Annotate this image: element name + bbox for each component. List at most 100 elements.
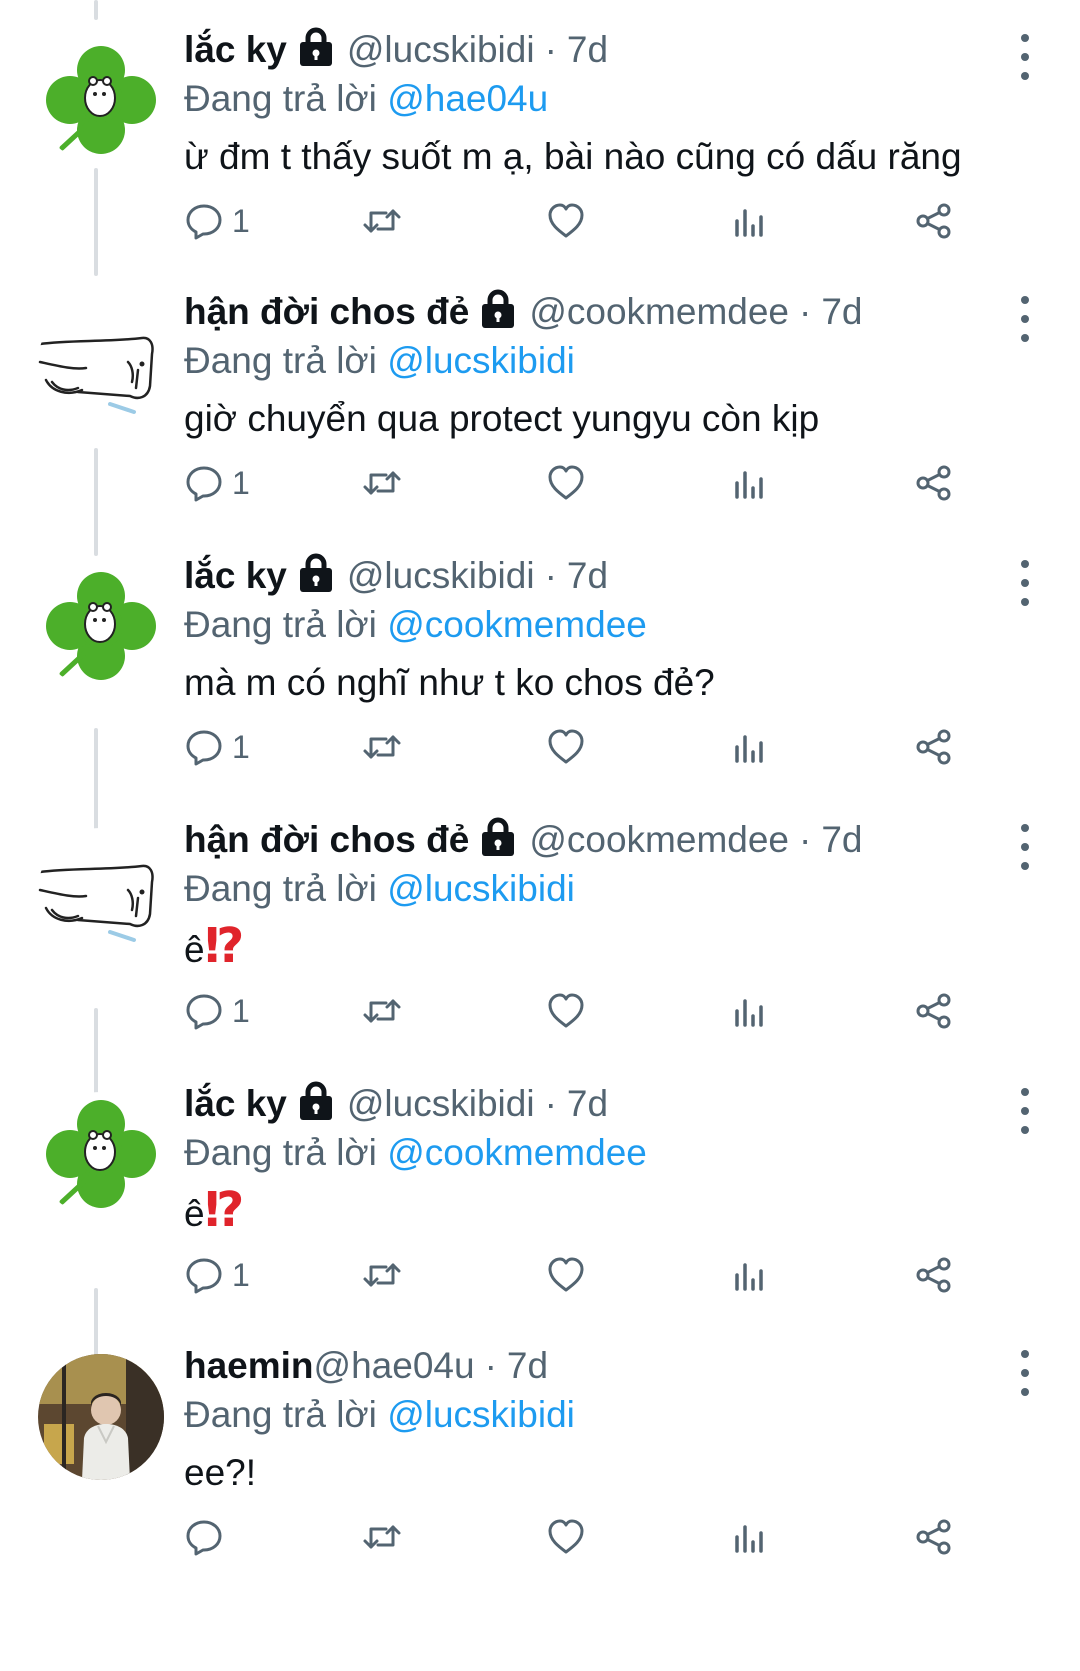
lock-icon (297, 553, 335, 593)
views-icon (730, 991, 770, 1031)
share-button[interactable] (914, 196, 954, 246)
more-icon[interactable] (1010, 296, 1040, 342)
lock-icon (297, 1081, 335, 1121)
tweet-text: ee?! (184, 1448, 1080, 1498)
mention-link[interactable]: @cookmemdee (387, 604, 647, 645)
like-button[interactable] (546, 722, 586, 772)
retweet-button[interactable] (362, 986, 402, 1036)
reply-icon (184, 1255, 224, 1295)
avatar[interactable] (38, 828, 164, 954)
action-bar: 1 (184, 196, 1020, 246)
tweet[interactable]: lắc ky @lucskibidi · 7d Đang trả lời @co… (0, 1054, 1080, 1334)
user-handle[interactable]: @lucskibidi (347, 550, 535, 602)
lock-icon (297, 27, 335, 67)
timestamp[interactable]: 7d (821, 286, 862, 338)
share-button[interactable] (914, 1250, 954, 1300)
separator-dot: · (484, 1345, 497, 1386)
reply-icon (184, 727, 224, 767)
timestamp[interactable]: 7d (567, 1078, 608, 1130)
tweet[interactable]: haemin @hae04u · 7d Đang trả lời @lucski… (0, 1316, 1080, 1596)
avatar[interactable] (38, 38, 164, 164)
like-button[interactable] (546, 1250, 586, 1300)
share-button[interactable] (914, 722, 954, 772)
display-name[interactable]: haemin (184, 1340, 314, 1392)
more-icon[interactable] (1010, 824, 1040, 870)
like-button[interactable] (546, 196, 586, 246)
reply-button[interactable]: 1 (184, 196, 250, 246)
user-handle[interactable]: @hae04u (314, 1340, 475, 1392)
interrobang-emoji: ⁉ (204, 1184, 245, 1237)
display-name[interactable]: lắc ky (184, 24, 287, 76)
avatar[interactable] (38, 564, 164, 690)
reply-button[interactable]: 1 (184, 986, 250, 1036)
tweet[interactable]: lắc ky @lucskibidi · 7d Đang trả lời @ha… (0, 0, 1080, 280)
tweet[interactable]: hận đời chos đẻ @cookmemdee · 7d Đang tr… (0, 262, 1080, 542)
clover-avatar (46, 1100, 156, 1208)
replying-to-label: Đang trả lời (184, 868, 377, 909)
display-name[interactable]: hận đời chos đẻ (184, 814, 469, 866)
views-icon (730, 1517, 770, 1557)
photo-avatar (38, 1354, 164, 1480)
mention-link[interactable]: @lucskibidi (387, 1394, 575, 1435)
display-name[interactable]: hận đời chos đẻ (184, 286, 469, 338)
reply-button[interactable]: 1 (184, 722, 250, 772)
views-button[interactable] (730, 196, 770, 246)
timestamp[interactable]: 7d (567, 24, 608, 76)
heart-icon (546, 463, 586, 503)
tweet[interactable]: lắc ky @lucskibidi · 7d Đang trả lời @co… (0, 526, 1080, 806)
share-button[interactable] (914, 986, 954, 1036)
more-icon[interactable] (1010, 1088, 1040, 1134)
more-icon[interactable] (1010, 1350, 1040, 1396)
mention-link[interactable]: @cookmemdee (387, 1132, 647, 1173)
reply-button[interactable] (184, 1512, 224, 1562)
tweet-header: haemin @hae04u · 7d (184, 1340, 1080, 1392)
reply-icon (184, 463, 224, 503)
retweet-button[interactable] (362, 196, 402, 246)
more-icon[interactable] (1010, 34, 1040, 80)
more-icon[interactable] (1010, 560, 1040, 606)
views-button[interactable] (730, 1250, 770, 1300)
separator-dot: · (544, 29, 557, 70)
user-handle[interactable]: @lucskibidi (347, 1078, 535, 1130)
tweet-text: giờ chuyển qua protect yungyu còn kịp (184, 394, 1080, 444)
tweet-text-content: ee?! (184, 1452, 257, 1493)
reply-button[interactable]: 1 (184, 1250, 250, 1300)
views-button[interactable] (730, 986, 770, 1036)
share-icon (914, 201, 954, 241)
user-handle[interactable]: @lucskibidi (347, 24, 535, 76)
heart-icon (546, 991, 586, 1031)
mention-link[interactable]: @lucskibidi (387, 868, 575, 909)
display-name[interactable]: lắc ky (184, 1078, 287, 1130)
mention-link[interactable]: @hae04u (387, 78, 548, 119)
views-button[interactable] (730, 458, 770, 508)
tweet-text-content: ê (184, 929, 205, 970)
tweet-text-content: mà m có nghĩ như t ko chos đẻ? (184, 662, 715, 703)
user-handle[interactable]: @cookmemdee (529, 814, 789, 866)
retweet-button[interactable] (362, 722, 402, 772)
like-button[interactable] (546, 986, 586, 1036)
reply-count: 1 (232, 464, 250, 501)
timestamp[interactable]: 7d (507, 1340, 548, 1392)
share-button[interactable] (914, 458, 954, 508)
retweet-button[interactable] (362, 1512, 402, 1562)
avatar[interactable] (38, 1092, 164, 1218)
timestamp[interactable]: 7d (821, 814, 862, 866)
views-button[interactable] (730, 722, 770, 772)
share-button[interactable] (914, 1512, 954, 1562)
share-icon (914, 991, 954, 1031)
views-button[interactable] (730, 1512, 770, 1562)
retweet-button[interactable] (362, 458, 402, 508)
retweet-button[interactable] (362, 1250, 402, 1300)
avatar[interactable] (38, 300, 164, 426)
replying-to: Đang trả lời @cookmemdee (184, 1130, 1080, 1176)
display-name[interactable]: lắc ky (184, 550, 287, 602)
reply-button[interactable]: 1 (184, 458, 250, 508)
tweet[interactable]: hận đời chos đẻ @cookmemdee · 7d Đang tr… (0, 790, 1080, 1070)
avatar[interactable] (38, 1354, 164, 1480)
timestamp[interactable]: 7d (567, 550, 608, 602)
like-button[interactable] (546, 1512, 586, 1562)
mention-link[interactable]: @lucskibidi (387, 340, 575, 381)
share-icon (914, 727, 954, 767)
user-handle[interactable]: @cookmemdee (529, 286, 789, 338)
like-button[interactable] (546, 458, 586, 508)
